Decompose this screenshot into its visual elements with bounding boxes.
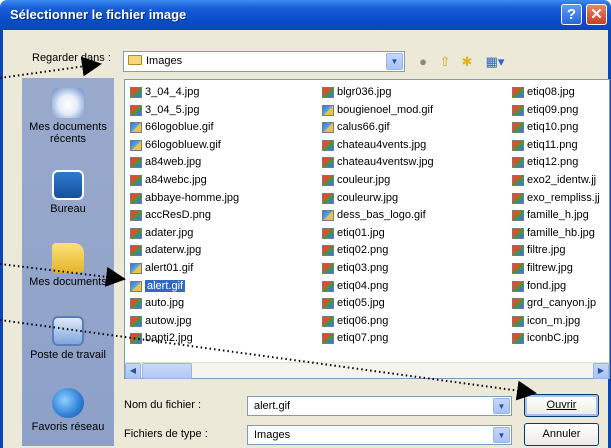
file-dialog-window: Sélectionner le fichier image ? ✕ Regard… [0,0,611,448]
annotation-arrow-file [0,263,126,287]
annotation-arrows [0,56,537,401]
annotation-arrow-open [0,319,537,401]
annotation-arrow-lookin [0,56,102,79]
